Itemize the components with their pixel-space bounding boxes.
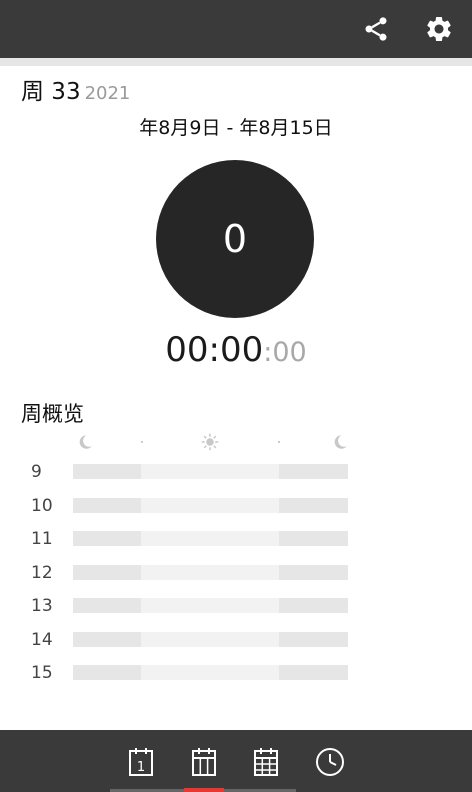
day-label: 14 — [31, 630, 53, 650]
duration-main: 00:00 — [165, 330, 264, 370]
moon-icon — [334, 435, 347, 449]
tab-month[interactable] — [244, 740, 288, 784]
day-label: 10 — [31, 496, 53, 516]
clock-icon — [316, 748, 344, 776]
week-number: 周 33 — [21, 79, 81, 105]
session-count: 0 — [222, 217, 248, 261]
session-count-circle: 0 — [156, 160, 314, 318]
calendar-week-icon — [192, 748, 216, 776]
total-duration: 00:00:00 — [0, 330, 472, 370]
time-marker-dot — [141, 441, 143, 443]
day-activity-bar — [73, 598, 348, 613]
bottom-navigation: 1 — [0, 730, 472, 792]
date-range: 年8月9日 - 年8月15日 — [139, 117, 333, 139]
day-activity-bar — [73, 498, 348, 513]
tab-day[interactable]: 1 — [119, 740, 163, 784]
day-label: 11 — [31, 529, 53, 549]
week-title: 周 33 2021 — [21, 72, 130, 106]
tab-clock[interactable] — [308, 740, 352, 784]
tab-week[interactable] — [182, 740, 226, 784]
day-activity-bar — [73, 632, 348, 647]
day-activity-bar — [73, 531, 348, 546]
calendar-day-icon: 1 — [129, 748, 153, 776]
calendar-month-icon — [254, 748, 278, 776]
duration-seconds: :00 — [263, 337, 307, 368]
settings-button[interactable] — [422, 12, 456, 46]
gear-icon — [427, 16, 451, 41]
time-marker-dot — [278, 441, 280, 443]
day-activity-bar — [73, 464, 348, 479]
day-label: 13 — [31, 596, 53, 616]
day-activity-bar — [73, 665, 348, 680]
active-tab-indicator — [184, 788, 224, 792]
week-overview-title: 周概览 — [21, 402, 84, 426]
day-activity-bar — [73, 565, 348, 580]
day-tab-number: 1 — [137, 760, 145, 775]
top-app-bar — [0, 0, 472, 58]
share-button[interactable] — [359, 12, 393, 46]
day-label: 15 — [31, 663, 53, 683]
week-year: 2021 — [84, 83, 131, 104]
day-label: 12 — [31, 563, 53, 583]
moon-icon — [79, 435, 92, 449]
day-label: 9 — [31, 462, 42, 482]
sun-icon — [201, 433, 219, 451]
share-icon — [365, 17, 387, 41]
